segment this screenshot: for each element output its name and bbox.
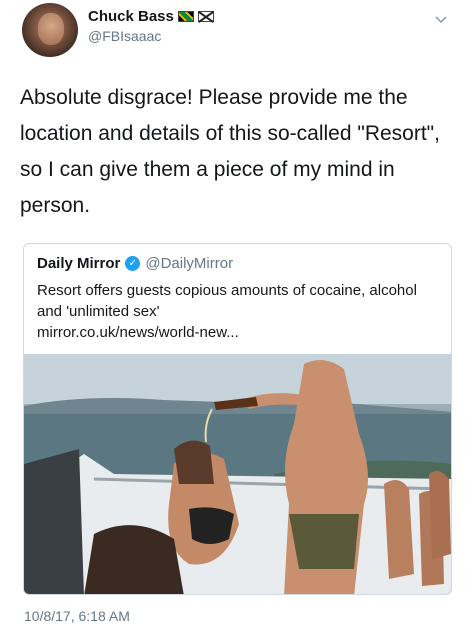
jamaica-flag-icon — [177, 11, 194, 22]
quoted-link[interactable]: mirror.co.uk/news/world-new... — [37, 324, 239, 341]
avatar-face — [38, 13, 64, 45]
verified-badge-icon: ✓ — [125, 256, 141, 271]
quoted-headline: Resort offers guests copious amounts of … — [37, 282, 417, 320]
author-row: Chuck Bass — [88, 8, 214, 25]
author-handle[interactable]: @FBIsaaac — [88, 28, 161, 44]
quoted-photo[interactable] — [24, 354, 451, 594]
author-name[interactable]: Chuck Bass — [88, 8, 174, 25]
tweet-timestamp[interactable]: 10/8/17, 6:18 AM — [24, 608, 130, 624]
avatar[interactable] — [22, 3, 78, 57]
photo-illustration — [24, 354, 451, 594]
quoted-text: Resort offers guests copious amounts of … — [37, 280, 442, 343]
scotland-flag-icon — [197, 11, 214, 22]
quoted-tweet[interactable]: Daily Mirror ✓ @DailyMirror Resort offer… — [23, 243, 452, 595]
tweet-text: Absolute disgrace! Please provide me the… — [20, 86, 440, 217]
chevron-down-icon[interactable] — [434, 12, 448, 26]
quoted-header: Daily Mirror ✓ @DailyMirror — [37, 255, 233, 272]
quoted-author-handle: @DailyMirror — [145, 255, 234, 272]
quoted-author-name: Daily Mirror — [37, 255, 121, 272]
